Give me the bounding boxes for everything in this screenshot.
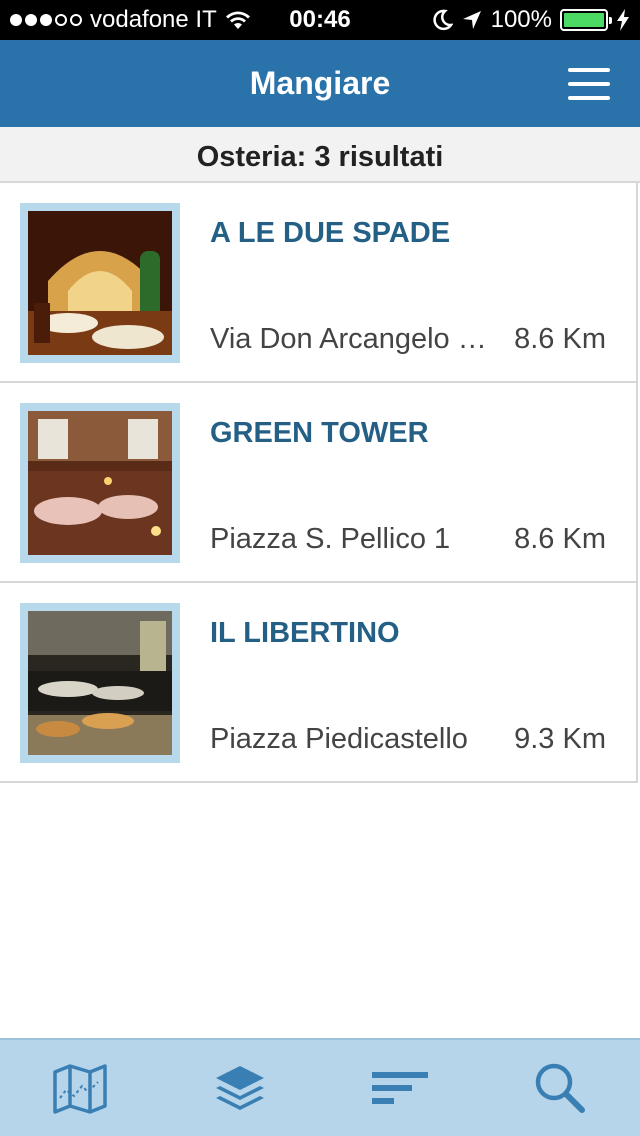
battery-percent: 100% — [490, 6, 552, 33]
nav-bar: Mangiare — [0, 40, 640, 127]
list-item[interactable]: GREEN TOWER Piazza S. Pellico 1 8.6 Km — [0, 383, 638, 583]
restaurant-thumbnail — [20, 403, 180, 563]
restaurant-thumbnail — [20, 203, 180, 363]
tab-map[interactable] — [0, 1040, 160, 1136]
search-icon — [535, 1063, 585, 1113]
restaurant-address: Via Don Arcangelo Rizzi 11 — [210, 323, 500, 355]
hamburger-menu-icon[interactable] — [568, 68, 610, 100]
moon-icon — [433, 9, 453, 31]
layers-icon — [216, 1066, 264, 1110]
restaurant-distance: 8.6 Km — [514, 323, 606, 355]
restaurant-photo-image — [28, 211, 172, 355]
tab-bar — [0, 1038, 640, 1136]
results-list: A LE DUE SPADE Via Don Arcangelo Rizzi 1… — [0, 183, 640, 783]
restaurant-address: Piazza S. Pellico 1 — [210, 523, 451, 555]
battery-icon — [560, 9, 612, 31]
restaurant-name: GREEN TOWER — [210, 417, 429, 449]
sort-icon — [372, 1072, 428, 1104]
page-title: Mangiare — [249, 65, 391, 101]
results-count-header: Osteria: 3 risultati — [0, 127, 640, 183]
list-item[interactable]: A LE DUE SPADE Via Don Arcangelo Rizzi 1… — [0, 183, 638, 383]
restaurant-photo-image — [28, 611, 172, 755]
tab-sort[interactable] — [320, 1040, 480, 1136]
list-item[interactable]: IL LIBERTINO Piazza Piedicastello 9.3 Km — [0, 583, 638, 783]
restaurant-name: A LE DUE SPADE — [210, 217, 451, 249]
tab-layers[interactable] — [160, 1040, 320, 1136]
location-arrow-icon — [462, 11, 481, 29]
map-icon — [53, 1064, 107, 1114]
restaurant-address: Piazza Piedicastello — [210, 723, 468, 755]
restaurant-distance: 8.6 Km — [514, 523, 606, 555]
restaurant-name: IL LIBERTINO — [210, 617, 400, 649]
restaurant-distance: 9.3 Km — [514, 723, 606, 755]
restaurant-thumbnail — [20, 603, 180, 763]
charging-bolt-icon — [617, 9, 629, 31]
status-right: 100% — [431, 6, 630, 34]
restaurant-photo-image — [28, 411, 172, 555]
status-bar: vodafone IT 00:46 100% — [0, 0, 640, 40]
tab-search[interactable] — [480, 1040, 640, 1136]
